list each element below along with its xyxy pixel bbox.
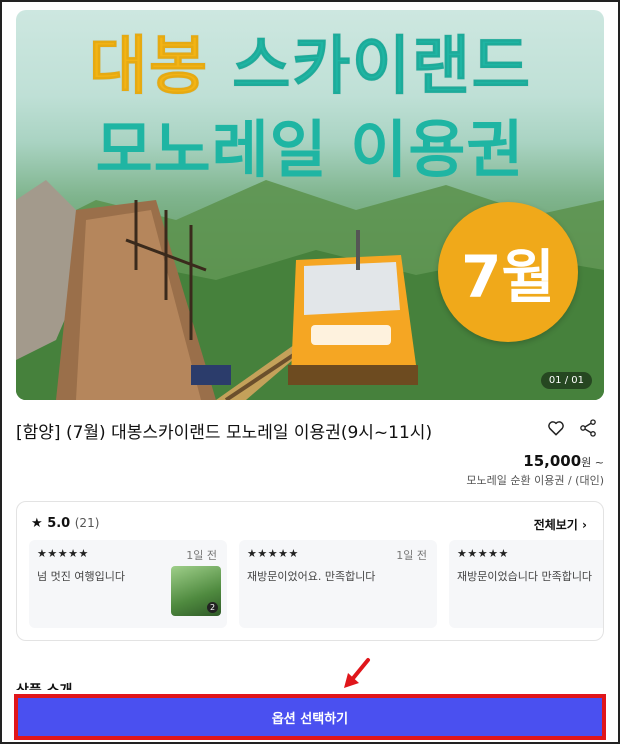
review-stars: ★★★★★ — [247, 547, 299, 560]
review-count: (21) — [74, 516, 100, 530]
chevron-right-icon: › — [582, 518, 587, 532]
review-card[interactable]: ★★★★★ 재방문이었습니다 만족합니다 — [449, 540, 603, 628]
review-stars: ★★★★★ — [457, 547, 509, 560]
product-title: [함양] (7월) 대봉스카이랜드 모노레일 이용권(9시~11시) — [16, 423, 433, 443]
review-text: 재방문이었어요. 만족합니다 — [247, 570, 376, 583]
review-card[interactable]: ★★★★★ 1일 전 재방문이었어요. 만족합니다 — [239, 540, 437, 628]
product-hero-image[interactable]: 대봉 스카이랜드 모노레일 이용권 7월 01 / 01 — [16, 10, 604, 400]
rating-value: 5.0 — [47, 516, 71, 531]
review-stars: ★★★★★ — [37, 547, 89, 560]
select-option-button[interactable]: 옵션 선택하기 — [14, 694, 606, 740]
hero-title-line2: 모노레일 이용권 — [95, 113, 525, 186]
rating: ★ 5.0 (21) — [31, 516, 99, 531]
hero-title-place: 스카이랜드 — [231, 30, 532, 105]
price-option-label: 모노레일 순환 이용권 / (대인) — [466, 474, 604, 487]
image-counter: 01 / 01 — [540, 372, 592, 389]
share-icon[interactable] — [578, 418, 598, 438]
photo-count-badge: 2 — [207, 602, 218, 613]
review-summary-box: ★ 5.0 (21) 전체보기 › ★★★★★ 1일 전 넘 멋진 여행입니다 … — [16, 501, 604, 641]
review-photo-thumbnail[interactable]: 2 — [171, 566, 221, 616]
review-text: 넘 멋진 여행입니다 — [37, 570, 125, 583]
hero-title-brand: 대봉 — [88, 30, 209, 105]
see-all-reviews-link[interactable]: 전체보기 › — [534, 516, 587, 533]
heart-icon[interactable] — [546, 418, 566, 438]
review-card[interactable]: ★★★★★ 1일 전 넘 멋진 여행입니다 2 — [29, 540, 227, 628]
review-date: 1일 전 — [396, 549, 427, 562]
bottom-action-bar: 옵션 선택하기 — [0, 690, 620, 744]
price-unit: 원 ~ — [581, 456, 604, 469]
review-carousel[interactable]: ★★★★★ 1일 전 넘 멋진 여행입니다 2 ★★★★★ 1일 전 재방문이었… — [29, 540, 603, 628]
annotation-arrow-icon — [344, 658, 370, 688]
see-all-label: 전체보기 — [533, 518, 578, 532]
price-value: 15,000 — [523, 452, 582, 470]
hero-title-line1: 대봉 스카이랜드 — [16, 28, 604, 106]
price: 15,000원 ~ — [523, 452, 604, 470]
review-date: 1일 전 — [186, 549, 217, 562]
month-badge: 7월 — [438, 202, 578, 342]
star-icon: ★ — [31, 516, 43, 531]
review-text: 재방문이었습니다 만족합니다 — [457, 570, 593, 583]
